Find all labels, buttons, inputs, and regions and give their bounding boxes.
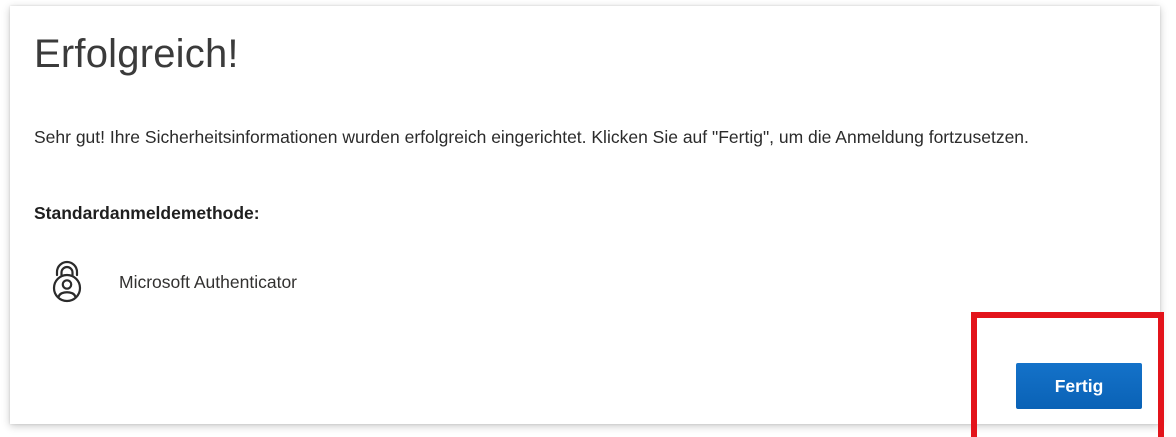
- done-button[interactable]: Fertig: [1016, 363, 1142, 409]
- default-method-heading: Standardanmeldemethode:: [34, 203, 260, 223]
- page-title: Erfolgreich!: [34, 32, 239, 76]
- success-dialog: Erfolgreich! Sehr gut! Ihre Sicherheitsi…: [10, 6, 1160, 424]
- screenshot-stage: Erfolgreich! Sehr gut! Ihre Sicherheitsi…: [0, 0, 1176, 437]
- authenticator-lock-icon: [48, 260, 86, 304]
- default-method-label: Microsoft Authenticator: [119, 271, 297, 292]
- success-message: Sehr gut! Ihre Sicherheitsinformationen …: [34, 127, 1029, 147]
- default-method-row: Microsoft Authenticator: [48, 260, 297, 304]
